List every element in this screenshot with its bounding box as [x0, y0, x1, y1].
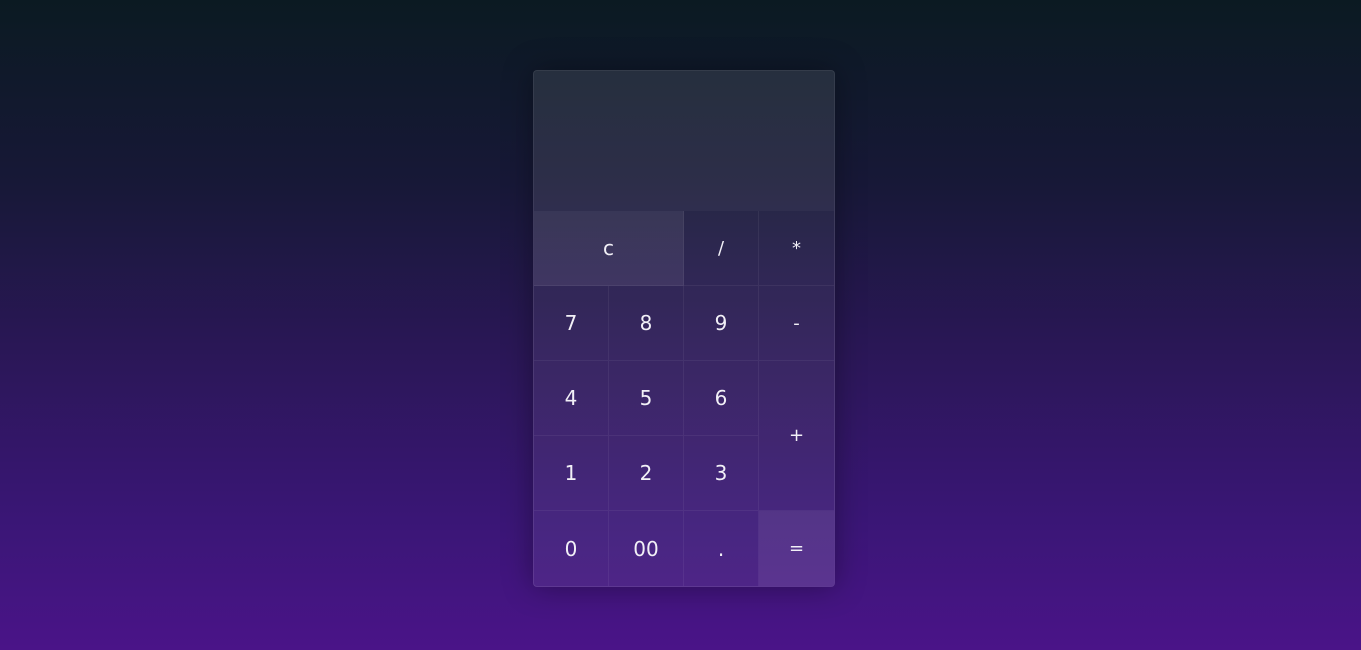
- digit-3-button[interactable]: 3: [684, 436, 759, 511]
- calculator: c / * 7 8 9 - 4 5 6 + 1 2 3 0 00 . =: [533, 70, 835, 587]
- digit-5-button[interactable]: 5: [609, 361, 684, 436]
- clear-button[interactable]: c: [534, 211, 684, 286]
- multiply-button[interactable]: *: [759, 211, 834, 286]
- calculator-display: [534, 71, 834, 211]
- digit-1-button[interactable]: 1: [534, 436, 609, 511]
- digit-2-button[interactable]: 2: [609, 436, 684, 511]
- digit-7-button[interactable]: 7: [534, 286, 609, 361]
- equals-button[interactable]: =: [759, 511, 834, 586]
- digit-8-button[interactable]: 8: [609, 286, 684, 361]
- plus-button[interactable]: +: [759, 361, 834, 511]
- digit-9-button[interactable]: 9: [684, 286, 759, 361]
- digit-0-button[interactable]: 0: [534, 511, 609, 586]
- digit-4-button[interactable]: 4: [534, 361, 609, 436]
- keypad: c / * 7 8 9 - 4 5 6 + 1 2 3 0 00 . =: [534, 211, 834, 586]
- digit-6-button[interactable]: 6: [684, 361, 759, 436]
- divide-button[interactable]: /: [684, 211, 759, 286]
- decimal-button[interactable]: .: [684, 511, 759, 586]
- minus-button[interactable]: -: [759, 286, 834, 361]
- double-zero-button[interactable]: 00: [609, 511, 684, 586]
